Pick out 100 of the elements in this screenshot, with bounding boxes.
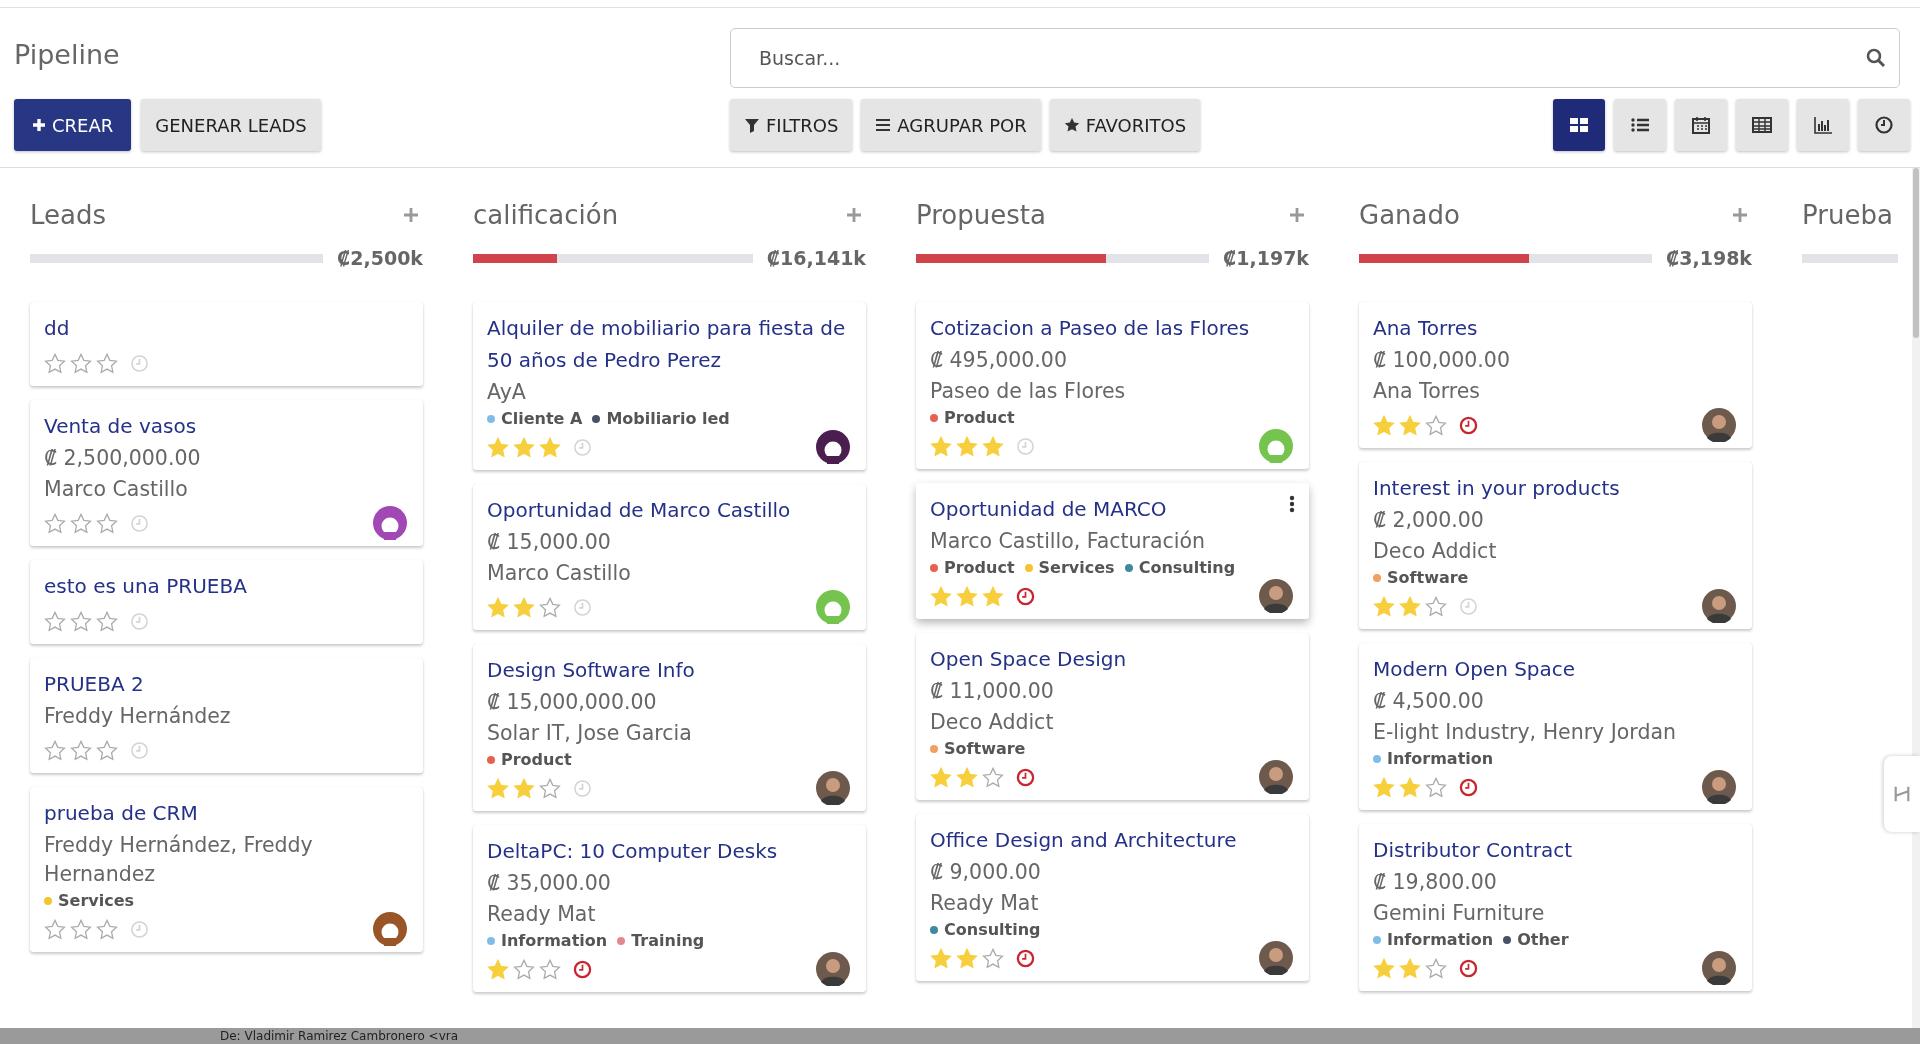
add-icon[interactable] [1732, 207, 1748, 223]
more-options-icon[interactable] [1289, 495, 1295, 513]
card-title[interactable]: PRUEBA 2 [44, 668, 144, 700]
star-icon[interactable] [1399, 957, 1421, 979]
star-outline-icon[interactable] [1425, 595, 1447, 617]
star-outline-icon[interactable] [96, 352, 118, 374]
filters-button[interactable]: FILTROS [730, 99, 853, 151]
star-outline-icon[interactable] [70, 512, 92, 534]
opportunity-card[interactable]: Design Software Info ₡ 15,000,000.00 Solar IT, Jose Garcia Product [473, 644, 866, 811]
opportunity-card[interactable]: Distributor Contract ₡ 19,800.00 Gemini Furniture Information Other [1359, 824, 1752, 991]
star-icon[interactable] [1399, 414, 1421, 436]
star-outline-icon[interactable] [539, 958, 561, 980]
star-outline-icon[interactable] [513, 958, 535, 980]
avatar-icon[interactable] [816, 430, 850, 464]
card-title[interactable]: Cotizacion a Paseo de las Flores [930, 312, 1250, 344]
star-outline-icon[interactable] [70, 739, 92, 761]
star-outline-icon[interactable] [982, 766, 1004, 788]
clock-icon[interactable] [1016, 767, 1035, 787]
star-outline-icon[interactable] [44, 512, 66, 534]
opportunity-card[interactable]: Venta de vasos ₡ 2,500,000.00 Marco Castillo [30, 400, 423, 546]
star-outline-icon[interactable] [1425, 957, 1447, 979]
create-button[interactable]: CREAR [14, 99, 132, 151]
star-icon[interactable] [982, 585, 1004, 607]
star-icon[interactable] [930, 585, 952, 607]
star-icon[interactable] [1399, 776, 1421, 798]
opportunity-card[interactable]: Cotizacion a Paseo de las Flores ₡ 495,000.00 Paseo de las Flores Product [916, 302, 1309, 469]
star-icon[interactable] [487, 436, 509, 458]
card-title[interactable]: Distributor Contract [1373, 834, 1573, 866]
star-outline-icon[interactable] [1425, 776, 1447, 798]
avatar-icon[interactable] [1259, 579, 1293, 613]
star-outline-icon[interactable] [96, 739, 118, 761]
avatar-icon[interactable] [1259, 760, 1293, 794]
star-outline-icon[interactable] [539, 596, 561, 618]
opportunity-card[interactable]: PRUEBA 2 Freddy Hernández [30, 658, 423, 773]
opportunity-card[interactable]: Modern Open Space ₡ 4,500.00 E-light Industry, Henry Jordan Information [1359, 643, 1752, 810]
card-title[interactable]: Ana Torres [1373, 312, 1478, 344]
star-outline-icon[interactable] [70, 352, 92, 374]
star-outline-icon[interactable] [96, 918, 118, 940]
star-icon[interactable] [1373, 414, 1395, 436]
star-icon[interactable] [1373, 957, 1395, 979]
opportunity-card[interactable]: Ana Torres ₡ 100,000.00 Ana Torres [1359, 302, 1752, 448]
avatar-icon[interactable] [1702, 770, 1736, 804]
clock-icon[interactable] [1459, 415, 1478, 435]
star-icon[interactable] [956, 435, 978, 457]
add-icon[interactable] [846, 207, 862, 223]
search-field[interactable]: Buscar... [730, 28, 1900, 88]
star-outline-icon[interactable] [44, 352, 66, 374]
opportunity-card[interactable]: Oportunidad de Marco Castillo ₡ 15,000.00 Marco Castillo [473, 484, 866, 630]
star-icon[interactable] [487, 958, 509, 980]
view-switch-button[interactable] [1675, 99, 1727, 151]
group-by-button[interactable]: AGRUPAR POR [861, 99, 1041, 151]
star-icon[interactable] [513, 596, 535, 618]
star-outline-icon[interactable] [44, 610, 66, 632]
view-switch-button[interactable] [1614, 99, 1666, 151]
avatar-icon[interactable] [1702, 408, 1736, 442]
star-icon[interactable] [956, 585, 978, 607]
opportunity-card[interactable]: prueba de CRM Freddy Hernández, Freddy Hernandez Services [30, 787, 423, 952]
star-icon[interactable] [513, 777, 535, 799]
star-outline-icon[interactable] [96, 512, 118, 534]
card-title[interactable]: Modern Open Space [1373, 653, 1576, 685]
view-switch-button[interactable] [1858, 99, 1910, 151]
card-title[interactable]: Alquiler de mobiliario para fiesta de 50 años de Pedro Perez [487, 312, 850, 376]
view-switch-button[interactable] [1553, 99, 1605, 151]
star-outline-icon[interactable] [96, 610, 118, 632]
star-icon[interactable] [956, 766, 978, 788]
star-outline-icon[interactable] [44, 918, 66, 940]
star-icon[interactable] [1373, 595, 1395, 617]
scrollbar[interactable] [1912, 168, 1920, 1028]
star-icon[interactable] [513, 436, 535, 458]
side-handle[interactable] [1884, 756, 1920, 832]
card-title[interactable]: Interest in your products [1373, 472, 1620, 504]
opportunity-card[interactable]: Oportunidad de MARCO Marco Castillo, Facturación Product Services Consulting [916, 483, 1309, 619]
star-outline-icon[interactable] [70, 918, 92, 940]
avatar-icon[interactable] [816, 952, 850, 986]
card-title[interactable]: Open Space Design [930, 643, 1127, 675]
star-outline-icon[interactable] [44, 739, 66, 761]
view-switch-button[interactable] [1797, 99, 1849, 151]
card-title[interactable]: prueba de CRM [44, 797, 198, 829]
star-icon[interactable] [930, 766, 952, 788]
clock-icon[interactable] [1016, 586, 1035, 606]
avatar-icon[interactable] [1702, 951, 1736, 985]
star-outline-icon[interactable] [982, 947, 1004, 969]
card-title[interactable]: Venta de vasos [44, 410, 197, 442]
card-title[interactable]: esto es una PRUEBA [44, 570, 247, 602]
search-icon[interactable] [1866, 48, 1886, 68]
card-title[interactable]: dd [44, 312, 70, 344]
star-icon[interactable] [1373, 776, 1395, 798]
card-title[interactable]: DeltaPC: 10 Computer Desks [487, 835, 778, 867]
star-icon[interactable] [930, 947, 952, 969]
clock-icon[interactable] [1459, 958, 1478, 978]
generate-leads-button[interactable]: GENERAR LEADS [141, 99, 321, 151]
opportunity-card[interactable]: Open Space Design ₡ 11,000.00 Deco Addict Software [916, 633, 1309, 800]
add-icon[interactable] [1289, 207, 1305, 223]
star-icon[interactable] [956, 947, 978, 969]
star-outline-icon[interactable] [70, 610, 92, 632]
opportunity-card[interactable]: Alquiler de mobiliario para fiesta de 50 años de Pedro Perez AyA Cliente A Mobiliario led [473, 302, 866, 470]
opportunity-card[interactable]: dd [30, 302, 423, 386]
star-outline-icon[interactable] [539, 777, 561, 799]
star-icon[interactable] [539, 436, 561, 458]
favorites-button[interactable]: FAVORITOS [1049, 99, 1201, 151]
